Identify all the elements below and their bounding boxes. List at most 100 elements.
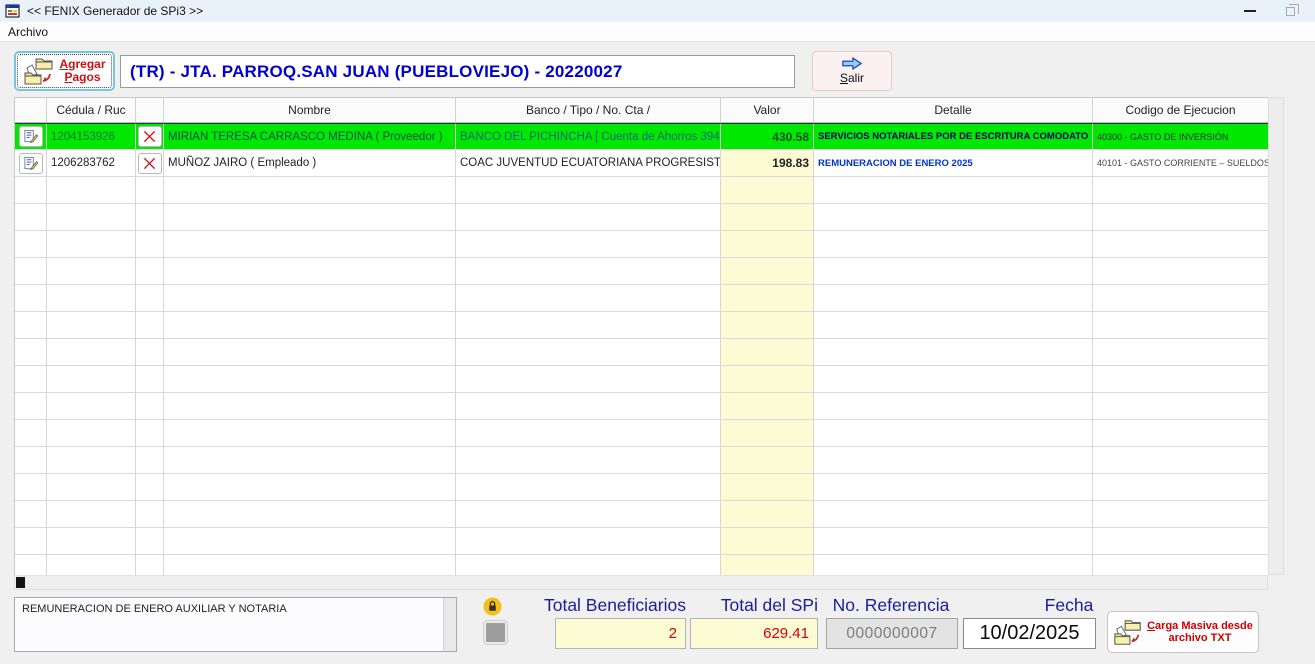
cell-codigo bbox=[1093, 447, 1268, 474]
fecha-field[interactable]: 10/02/2025 bbox=[963, 618, 1096, 649]
edit-row-button[interactable] bbox=[19, 153, 43, 174]
header-codigo: Codigo de Ejecucion bbox=[1093, 98, 1268, 123]
entity-title-field[interactable]: (TR) - JTA. PARROQ.SAN JUAN (PUEBLOVIEJO… bbox=[120, 55, 795, 88]
cell-banco bbox=[456, 555, 721, 575]
cell-valor bbox=[721, 474, 814, 501]
cell-nombre bbox=[164, 285, 456, 312]
cell-banco bbox=[456, 339, 721, 366]
cell-banco bbox=[456, 501, 721, 528]
horizontal-scrollbar[interactable] bbox=[14, 575, 1268, 590]
cell-codigo bbox=[1093, 393, 1268, 420]
cell-detalle: REMUNERACION DE ENERO 2025 bbox=[814, 150, 1093, 177]
agregar-pagos-button[interactable]: Agregar Pagos bbox=[14, 51, 115, 91]
cell-banco bbox=[456, 366, 721, 393]
cell-cedula bbox=[47, 231, 136, 258]
cell-banco bbox=[456, 393, 721, 420]
cell-cedula bbox=[47, 393, 136, 420]
cell-edit bbox=[15, 258, 47, 285]
cell-valor bbox=[721, 285, 814, 312]
carga-masiva-button[interactable]: Carga Masiva desde archivo TXT bbox=[1107, 611, 1259, 653]
horizontal-scrollbar-thumb[interactable] bbox=[16, 577, 25, 588]
observaciones-scrollbar[interactable] bbox=[443, 598, 456, 651]
cell-codigo bbox=[1093, 177, 1268, 204]
cell-del bbox=[136, 528, 164, 555]
salir-button[interactable]: Salir bbox=[812, 51, 892, 91]
cell-detalle bbox=[814, 285, 1093, 312]
cell-nombre bbox=[164, 555, 456, 575]
cell-cedula bbox=[47, 339, 136, 366]
table-body: 1204153926MIRIAN TERESA CARRASCO MEDINA … bbox=[15, 123, 1268, 575]
cell-codigo bbox=[1093, 339, 1268, 366]
vertical-scrollbar[interactable] bbox=[1268, 97, 1284, 575]
header-cedula: Cédula / Ruc bbox=[47, 98, 136, 123]
cell-detalle bbox=[814, 339, 1093, 366]
observaciones-textarea[interactable]: REMUNERACION DE ENERO AUXILIAR Y NOTARIA bbox=[14, 597, 457, 652]
edit-row-button[interactable] bbox=[19, 126, 43, 147]
cell-edit bbox=[15, 204, 47, 231]
cell-detalle bbox=[814, 420, 1093, 447]
table-row bbox=[15, 528, 1268, 555]
header-detalle: Detalle bbox=[814, 98, 1093, 123]
cell-nombre bbox=[164, 177, 456, 204]
cell-codigo bbox=[1093, 231, 1268, 258]
table-row[interactable]: 1204153926MIRIAN TERESA CARRASCO MEDINA … bbox=[15, 123, 1268, 150]
cell-valor bbox=[721, 393, 814, 420]
cell-nombre bbox=[164, 366, 456, 393]
table-row bbox=[15, 339, 1268, 366]
window-title: << FENIX Generador de SPi3 >> bbox=[27, 4, 203, 18]
referencia-field: 0000000007 bbox=[826, 618, 958, 649]
cell-nombre bbox=[164, 501, 456, 528]
cell-edit bbox=[15, 528, 47, 555]
delete-row-button[interactable] bbox=[138, 126, 162, 147]
cell-nombre bbox=[164, 474, 456, 501]
cell-cedula bbox=[47, 312, 136, 339]
table-row bbox=[15, 285, 1268, 312]
table-row bbox=[15, 177, 1268, 204]
table-row[interactable]: 1206283762MUÑOZ JAIRO ( Empleado )COAC J… bbox=[15, 150, 1268, 177]
cell-del bbox=[136, 150, 164, 177]
minimize-button[interactable] bbox=[1228, 0, 1272, 22]
cell-detalle bbox=[814, 312, 1093, 339]
delete-row-button[interactable] bbox=[138, 153, 162, 174]
table-row bbox=[15, 474, 1268, 501]
cell-edit bbox=[15, 312, 47, 339]
cell-valor bbox=[721, 420, 814, 447]
cell-nombre bbox=[164, 231, 456, 258]
cell-edit bbox=[15, 366, 47, 393]
cell-cedula: 1206283762 bbox=[47, 150, 136, 177]
cell-del bbox=[136, 285, 164, 312]
cell-cedula bbox=[47, 285, 136, 312]
table-row bbox=[15, 501, 1268, 528]
cell-valor bbox=[721, 312, 814, 339]
cell-valor bbox=[721, 528, 814, 555]
cell-del bbox=[136, 366, 164, 393]
total-spi-value: 629.41 bbox=[690, 618, 818, 649]
cell-nombre bbox=[164, 204, 456, 231]
cell-del bbox=[136, 124, 164, 150]
agregar-pagos-label: Agregar Pagos bbox=[59, 58, 105, 84]
table-row bbox=[15, 555, 1268, 575]
cell-valor bbox=[721, 339, 814, 366]
gray-square-button[interactable] bbox=[484, 621, 507, 644]
cell-valor bbox=[721, 447, 814, 474]
cell-cedula bbox=[47, 474, 136, 501]
header-edit-col bbox=[15, 98, 47, 123]
cell-codigo: 40101 - GASTO CORRIENTE – SUELDOS bbox=[1093, 150, 1268, 177]
cell-edit bbox=[15, 555, 47, 575]
cell-cedula bbox=[47, 258, 136, 285]
menu-archivo[interactable]: Archivo bbox=[0, 23, 56, 41]
cell-cedula bbox=[47, 204, 136, 231]
cell-detalle bbox=[814, 528, 1093, 555]
cell-detalle bbox=[814, 366, 1093, 393]
cell-detalle bbox=[814, 474, 1093, 501]
table-row bbox=[15, 204, 1268, 231]
restore-icon bbox=[1286, 7, 1295, 16]
cell-banco bbox=[456, 447, 721, 474]
minimize-icon bbox=[1244, 10, 1256, 12]
table-row bbox=[15, 231, 1268, 258]
cell-valor bbox=[721, 555, 814, 575]
cell-banco: BANCO DEL PICHINCHA [ Cuenta de Ahorros … bbox=[456, 124, 721, 150]
app-icon bbox=[5, 3, 21, 19]
table-row bbox=[15, 447, 1268, 474]
cell-cedula: 1204153926 bbox=[47, 124, 136, 150]
